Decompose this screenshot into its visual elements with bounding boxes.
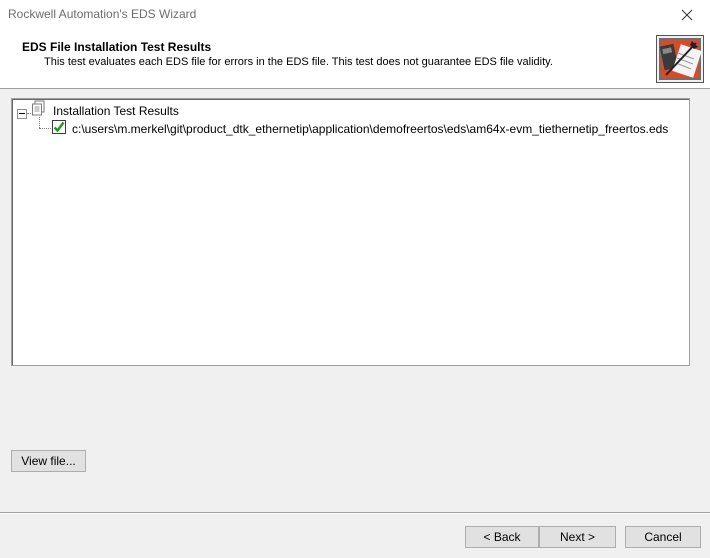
wizard-icon [656,35,704,83]
test-results-tree[interactable]: Installation Test Results c:\users\m.mer… [11,98,690,366]
tree-item-eds-file[interactable]: c:\users\m.merkel\git\product_dtk_ethern… [72,122,668,136]
tree-connector [39,117,40,128]
window-title: Rockwell Automation's EDS Wizard [8,7,197,21]
document-tree-icon [32,100,45,116]
back-button[interactable]: < Back [465,526,539,548]
next-button[interactable]: Next > [539,526,616,548]
tree-connector [39,128,51,129]
close-button[interactable] [664,0,710,30]
check-icon [52,120,66,134]
view-file-button[interactable]: View file... [11,450,86,472]
tree-collapse-toggle[interactable] [17,109,27,119]
cancel-button[interactable]: Cancel [625,526,701,548]
page-title: EDS File Installation Test Results [22,40,212,54]
title-bar: Rockwell Automation's EDS Wizard [0,0,710,30]
close-icon [681,9,693,21]
tree-root-label: Installation Test Results [53,104,179,118]
page-subtitle: This test evaluates each EDS file for er… [44,56,553,68]
footer-separator [0,512,710,514]
wizard-header: EDS File Installation Test Results This … [0,30,710,89]
